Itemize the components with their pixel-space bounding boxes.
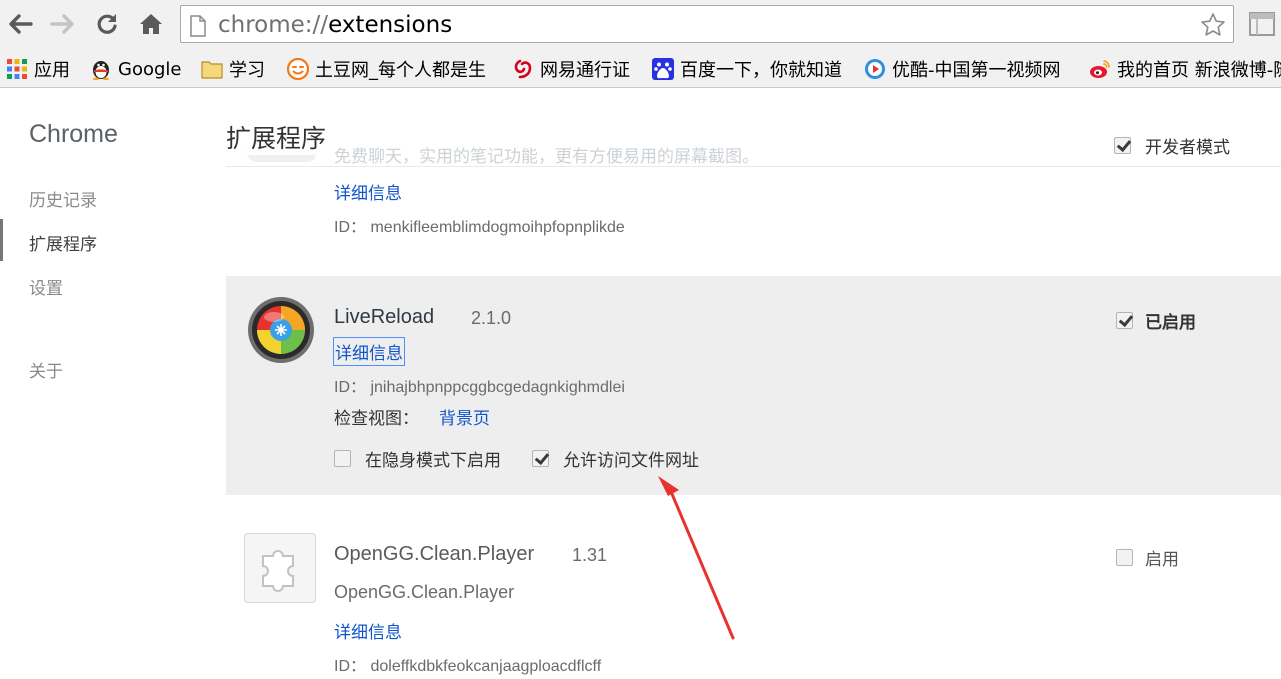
enable-toggle[interactable]: 已启用	[1116, 308, 1196, 333]
bookmark-label: 学习	[229, 60, 265, 81]
extension-name: OpenGG.Clean.Player	[334, 543, 535, 565]
bookmark-tudou[interactable]: 土豆网_每个人都是生	[287, 56, 493, 82]
reload-icon[interactable]	[93, 10, 121, 38]
bookmark-study-folder[interactable]: 学习	[201, 56, 265, 82]
menu-icon[interactable]	[1248, 10, 1276, 38]
address-bar[interactable]: chrome://extensions	[180, 5, 1234, 43]
enable-checkbox[interactable]	[1116, 549, 1133, 566]
enable-toggle[interactable]: 启用	[1116, 545, 1179, 570]
livereload-icon	[248, 297, 314, 363]
weibo-icon	[1090, 60, 1110, 78]
bookmark-label: 百度一下，你就知道	[680, 60, 842, 81]
sidebar-item-settings[interactable]: 设置	[29, 274, 63, 299]
bookmark-label: Google	[118, 58, 182, 80]
extension-version: 2.1.0	[471, 308, 512, 328]
bookmark-label: 网易通行证	[540, 60, 630, 81]
extension-icon-frame	[244, 533, 316, 603]
bookmark-label: 应用	[34, 60, 70, 81]
extension-id: ID： doleffkdbkfeokcanjaagploacdflcff	[334, 658, 602, 675]
extension-id: ID： jnihajbhpnppcggbcgedagnkighmdlei	[334, 379, 625, 396]
sidebar-title: Chrome	[29, 120, 118, 148]
back-icon[interactable]	[6, 10, 34, 38]
enable-checkbox[interactable]	[1116, 312, 1133, 329]
developer-mode-checkbox[interactable]	[1114, 137, 1131, 154]
apps-icon	[7, 59, 27, 79]
sidebar-item-about[interactable]: 关于	[29, 357, 63, 382]
file-access-option[interactable]: 允许访问文件网址	[532, 446, 699, 471]
header-divider	[226, 166, 1281, 167]
baidu-icon	[652, 58, 674, 80]
page-icon	[190, 15, 206, 37]
sidebar-selected-marker	[0, 219, 3, 261]
page-title: 扩展程序	[226, 119, 327, 155]
sidebar-item-extensions[interactable]: 扩展程序	[29, 230, 97, 255]
tudou-icon	[287, 58, 309, 80]
extension-version: 1.31	[572, 545, 608, 565]
bookmark-apps[interactable]: 应用	[6, 56, 70, 82]
forward-icon[interactable]	[49, 10, 77, 38]
bookmark-baidu[interactable]: 百度一下，你就知道	[652, 56, 842, 82]
youku-icon	[865, 59, 885, 79]
bookmarks-bar: 应用 Google 学习 土豆网_每个人都是生 网易通行证 百度一下，你就知道 …	[0, 52, 1281, 88]
bookmark-label: 土豆网_每个人都是生	[315, 60, 486, 81]
bookmark-star-icon[interactable]	[1200, 12, 1226, 38]
folder-icon	[201, 61, 223, 79]
incognito-checkbox[interactable]	[334, 450, 351, 467]
puzzle-piece-icon	[262, 550, 294, 592]
details-link[interactable]: 详细信息	[334, 179, 402, 204]
bookmark-youku[interactable]: 优酷-中国第一视频网	[864, 56, 1076, 82]
incognito-option[interactable]: 在隐身模式下启用	[334, 446, 501, 471]
developer-mode-label: 开发者模式	[1145, 138, 1230, 158]
extension-description: 免费聊天，实用的笔记功能，更有方便易用的屏幕截图。	[334, 147, 759, 167]
enable-label: 已启用	[1145, 313, 1196, 333]
developer-mode-toggle[interactable]: 开发者模式	[1114, 133, 1230, 158]
url-text: chrome://extensions	[218, 12, 453, 38]
bookmark-label: 优酷-中国第一视频网	[892, 60, 1061, 81]
enable-label: 启用	[1145, 550, 1179, 570]
details-link[interactable]: 详细信息	[334, 618, 402, 643]
bookmark-google[interactable]: Google	[90, 56, 181, 82]
incognito-label: 在隐身模式下启用	[365, 451, 501, 471]
bookmark-weibo[interactable]: 我的首页 新浪微博-随	[1089, 56, 1281, 82]
inspect-views-label: 检查视图：	[334, 409, 419, 429]
browser-toolbar: chrome://extensions	[0, 0, 1281, 52]
sidebar-item-history[interactable]: 历史记录	[29, 186, 97, 211]
netease-icon	[514, 59, 532, 79]
qq-icon	[93, 61, 109, 80]
extension-name: LiveReload	[334, 306, 435, 328]
bookmark-label: 我的首页 新浪微博-随	[1117, 60, 1281, 81]
extension-id: ID： menkifleemblimdogmoihpfopnplikde	[334, 219, 625, 236]
home-icon[interactable]	[137, 10, 165, 38]
file-access-label: 允许访问文件网址	[563, 451, 699, 471]
bookmark-netease[interactable]: 网易通行证	[512, 56, 630, 82]
extension-description: OpenGG.Clean.Player	[334, 582, 515, 602]
details-link[interactable]: 详细信息	[333, 337, 405, 366]
background-page-link[interactable]: 背景页	[439, 404, 490, 429]
file-access-checkbox[interactable]	[532, 450, 549, 467]
